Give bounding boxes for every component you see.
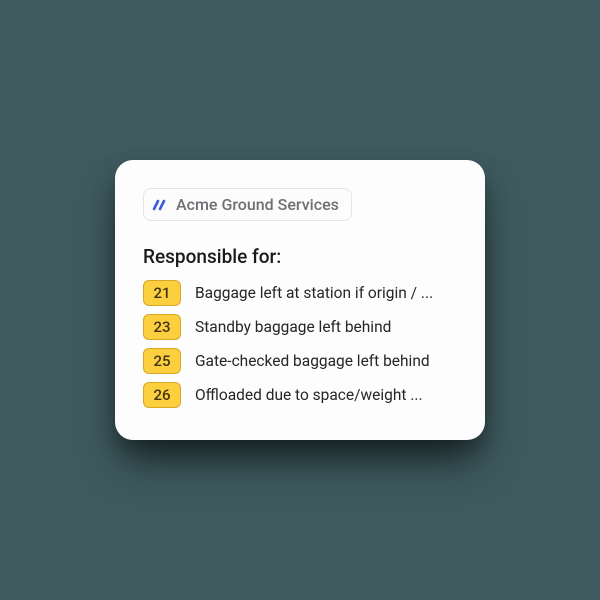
section-heading: Responsible for: <box>143 245 457 268</box>
code-badge: 23 <box>143 314 181 340</box>
code-badge: 26 <box>143 382 181 408</box>
company-chip[interactable]: Acme Ground Services <box>143 188 352 221</box>
code-badge: 25 <box>143 348 181 374</box>
list-item[interactable]: 21 Baggage left at station if origin / .… <box>143 280 457 306</box>
list-item-label: Baggage left at station if origin / ... <box>195 284 457 302</box>
list-item[interactable]: 26 Offloaded due to space/weight ... <box>143 382 457 408</box>
list-item-label: Gate-checked baggage left behind <box>195 352 457 370</box>
list-item-label: Standby baggage left behind <box>195 318 457 336</box>
code-badge: 21 <box>143 280 181 306</box>
list-item[interactable]: 25 Gate-checked baggage left behind <box>143 348 457 374</box>
responsibility-list: 21 Baggage left at station if origin / .… <box>143 280 457 408</box>
list-item-label: Offloaded due to space/weight ... <box>195 386 457 404</box>
responsibility-card: Acme Ground Services Responsible for: 21… <box>115 160 485 440</box>
company-name: Acme Ground Services <box>176 195 339 214</box>
company-logo-icon <box>152 197 168 213</box>
list-item[interactable]: 23 Standby baggage left behind <box>143 314 457 340</box>
